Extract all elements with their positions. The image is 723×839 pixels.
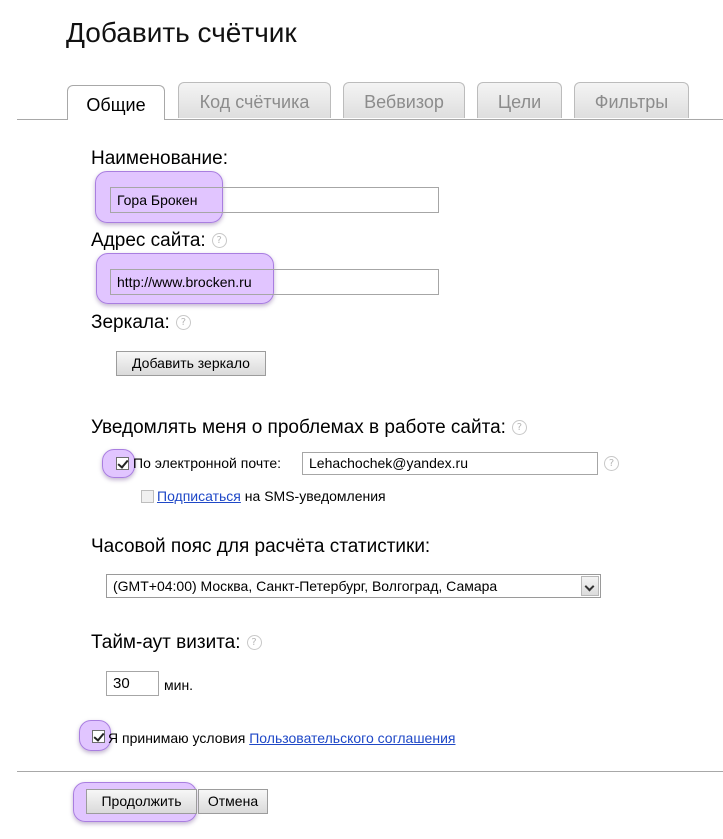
sms-subscribe-text: на SMS-уведомления bbox=[244, 488, 386, 504]
tab-webvisor[interactable]: Вебвизор bbox=[343, 82, 465, 118]
help-icon[interactable]: ? bbox=[175, 315, 191, 330]
site-label-text: Адрес сайта: bbox=[91, 230, 206, 251]
timezone-selected: (GMT+04:00) Москва, Санкт-Петербург, Вол… bbox=[113, 578, 498, 594]
chevron-down-icon[interactable] bbox=[581, 576, 599, 596]
timeout-label: Тайм-аут визита:? bbox=[91, 632, 262, 654]
name-input[interactable]: Гора Брокен bbox=[110, 187, 439, 213]
email-input[interactable]: Lehachochek@yandex.ru bbox=[302, 452, 598, 475]
sms-subscribe-link[interactable]: Подписаться bbox=[157, 488, 241, 504]
help-icon-wrap: ? bbox=[604, 453, 619, 471]
timeout-unit: мин. bbox=[164, 677, 194, 693]
timezone-select[interactable]: (GMT+04:00) Москва, Санкт-Петербург, Вол… bbox=[106, 574, 601, 598]
timezone-label: Часовой пояс для расчёта статистики: bbox=[91, 536, 431, 557]
agree-text-prefix: Я принимаю условия bbox=[108, 730, 246, 746]
site-url-input[interactable]: http://www.brocken.ru bbox=[110, 269, 439, 295]
help-icon[interactable]: ? bbox=[211, 233, 227, 248]
notify-label: Уведомлять меня о проблемах в работе сай… bbox=[91, 417, 527, 439]
page-title: Добавить счётчик bbox=[66, 17, 297, 48]
email-checkbox-label: По электронной почте: bbox=[133, 455, 282, 471]
tab-counter-code[interactable]: Код счётчика bbox=[178, 82, 331, 118]
mirrors-label-text: Зеркала: bbox=[91, 312, 170, 333]
help-icon[interactable]: ? bbox=[604, 456, 619, 471]
mirrors-label: Зеркала:? bbox=[91, 312, 191, 334]
tab-goals[interactable]: Цели bbox=[477, 82, 562, 118]
notify-label-text: Уведомлять меня о проблемах в работе сай… bbox=[91, 417, 506, 438]
sms-checkbox[interactable] bbox=[141, 490, 154, 503]
continue-button[interactable]: Продолжить bbox=[86, 789, 197, 814]
cancel-button[interactable]: Отмена bbox=[198, 789, 268, 814]
tab-filters[interactable]: Фильтры bbox=[574, 82, 689, 118]
help-icon[interactable]: ? bbox=[246, 635, 262, 650]
help-icon[interactable]: ? bbox=[511, 420, 527, 435]
name-label: Наименование: bbox=[91, 148, 228, 169]
timeout-label-text: Тайм-аут визита: bbox=[91, 632, 241, 653]
email-checkbox[interactable] bbox=[116, 457, 129, 470]
sms-subscribe: Подписаться на SMS-уведомления bbox=[157, 488, 386, 504]
tab-general[interactable]: Общие bbox=[67, 85, 165, 120]
timeout-input[interactable]: 30 bbox=[106, 671, 159, 696]
agree-text: Я принимаю условия Пользовательского сог… bbox=[108, 730, 455, 746]
add-mirror-button[interactable]: Добавить зеркало bbox=[116, 351, 266, 376]
user-agreement-link[interactable]: Пользовательского соглашения bbox=[249, 730, 455, 746]
site-label: Адрес сайта:? bbox=[91, 230, 227, 252]
agree-checkbox[interactable] bbox=[92, 730, 105, 743]
footer-divider bbox=[17, 771, 723, 772]
